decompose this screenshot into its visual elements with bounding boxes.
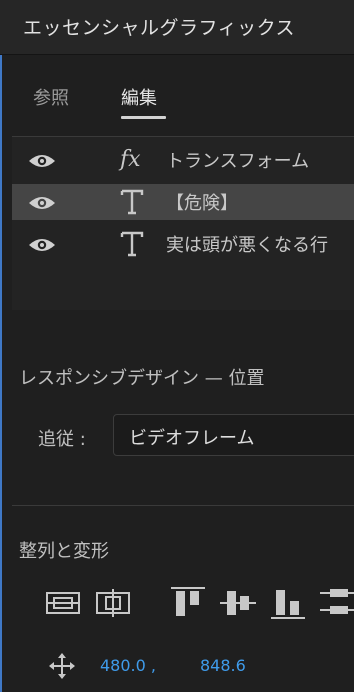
move-icon <box>49 653 75 679</box>
panel-header: エッセンシャルグラフィックス <box>0 0 354 54</box>
layer-name: 【危険】 <box>166 193 238 214</box>
eye-icon[interactable] <box>28 194 56 212</box>
eye-icon[interactable] <box>28 152 56 170</box>
responsive-design-title: レスポンシブデザイン — 位置 <box>19 368 265 389</box>
follow-dropdown-value: ビデオフレーム <box>129 428 255 449</box>
tab-browse[interactable]: 参照 <box>33 84 69 110</box>
layer-name: 実は頭が悪くなる行 <box>166 235 328 256</box>
eye-icon[interactable] <box>28 236 56 254</box>
align-top-icon[interactable] <box>170 585 206 621</box>
layer-row-text[interactable]: 実は頭が悪くなる行 <box>12 226 354 262</box>
align-horizontal-center-icon[interactable] <box>95 585 131 621</box>
align-transform-title: 整列と変形 <box>19 541 109 562</box>
distribute-icon[interactable] <box>318 585 354 621</box>
position-y-value[interactable]: 848.6 <box>200 656 246 675</box>
fx-icon: fx <box>120 147 141 172</box>
panel-title: エッセンシャルグラフィックス <box>23 17 296 39</box>
panel-focus-edge <box>0 0 2 692</box>
align-vertical-centers-icon[interactable] <box>220 585 256 621</box>
layer-row-danger[interactable]: 【危険】 <box>12 184 354 220</box>
section-divider <box>12 505 354 506</box>
tab-edit[interactable]: 編集 <box>121 84 157 110</box>
layer-name: トランスフォーム <box>166 151 310 172</box>
text-layer-icon <box>120 189 144 215</box>
header-divider <box>0 54 354 55</box>
text-layer-icon <box>120 231 144 257</box>
follow-dropdown[interactable]: ビデオフレーム <box>113 414 354 456</box>
layer-row-transform[interactable]: fx トランスフォーム <box>12 142 354 178</box>
align-bottom-icon[interactable] <box>270 585 306 621</box>
active-tab-indicator <box>121 116 166 119</box>
layer-list: fx トランスフォーム 【危険】 実は頭が悪くなる行 <box>12 136 354 310</box>
align-vertical-center-icon[interactable] <box>45 585 81 621</box>
position-x-value[interactable]: 480.0 , <box>100 656 156 675</box>
follow-label: 追従 : <box>38 429 86 450</box>
